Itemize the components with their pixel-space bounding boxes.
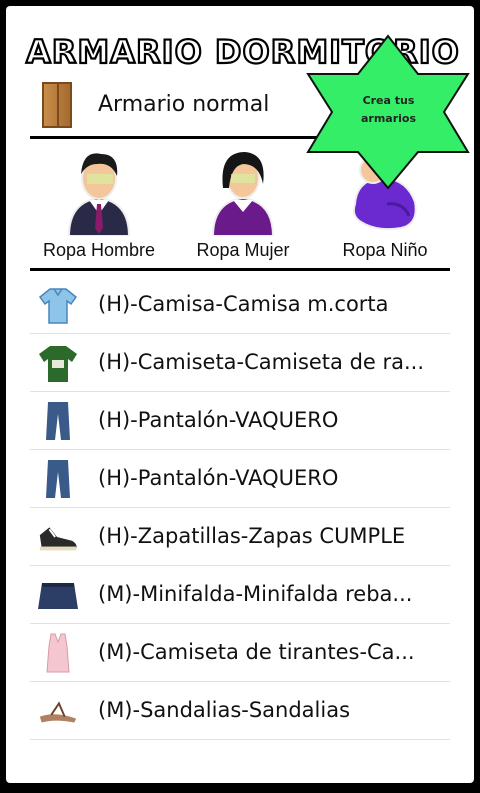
- tanktop-icon: [36, 631, 80, 675]
- category-men-label: Ropa Hombre: [42, 240, 156, 260]
- category-kids-label: Ropa Niño: [342, 240, 428, 260]
- item-label: (M)-Sandalias-Sandalias: [98, 698, 351, 722]
- list-item[interactable]: (H)-Camisa-Camisa m.corta: [30, 276, 450, 334]
- clothes-list: (H)-Camisa-Camisa m.corta (H)-Camiseta-C…: [30, 276, 450, 740]
- list-item[interactable]: (H)-Pantalón-VAQUERO: [30, 392, 450, 450]
- item-label: (M)-Camiseta de tirantes-Ca...: [98, 640, 415, 664]
- wardrobe-name: Armario normal: [98, 92, 270, 117]
- list-item[interactable]: (M)-Camiseta de tirantes-Ca...: [30, 624, 450, 682]
- item-label: (H)-Camisa-Camisa m.corta: [98, 292, 389, 316]
- list-item[interactable]: (M)-Sandalias-Sandalias: [30, 682, 450, 740]
- item-label: (H)-Zapatillas-Zapas CUMPLE: [98, 524, 406, 548]
- create-wardrobes-badge[interactable]: Crea tus armarios: [306, 34, 471, 189]
- category-women[interactable]: Ropa Mujer: [178, 144, 308, 268]
- sneaker-icon: [36, 515, 80, 559]
- woman-icon: [211, 152, 275, 236]
- badge-line1: Crea tus: [362, 94, 415, 107]
- tshirt-icon: [36, 341, 80, 385]
- sandal-icon: [36, 689, 80, 733]
- wardrobe-icon: [42, 82, 72, 128]
- list-item[interactable]: (M)-Minifalda-Minifalda reba...: [30, 566, 450, 624]
- shirt-icon: [36, 283, 80, 327]
- item-label: (H)-Pantalón-VAQUERO: [98, 408, 339, 432]
- badge-line2: armarios: [360, 112, 417, 125]
- list-item[interactable]: (H)-Camiseta-Camiseta de ra...: [30, 334, 450, 392]
- man-icon: [67, 153, 131, 236]
- item-label: (H)-Camiseta-Camiseta de ra...: [98, 350, 425, 374]
- item-label: (H)-Pantalón-VAQUERO: [98, 466, 339, 490]
- item-label: (M)-Minifalda-Minifalda reba...: [98, 582, 413, 606]
- list-item[interactable]: (H)-Pantalón-VAQUERO: [30, 450, 450, 508]
- jeans-icon: [36, 399, 80, 443]
- category-women-label: Ropa Mujer: [196, 240, 290, 260]
- list-item[interactable]: (H)-Zapatillas-Zapas CUMPLE: [30, 508, 450, 566]
- divider-categories: [30, 268, 450, 271]
- app-panel: ARMARIO DORMITORIO Armario normal Ropa H…: [6, 6, 474, 783]
- category-men[interactable]: Ropa Hombre: [34, 144, 164, 268]
- jeans-icon: [36, 457, 80, 501]
- skirt-icon: [36, 573, 80, 617]
